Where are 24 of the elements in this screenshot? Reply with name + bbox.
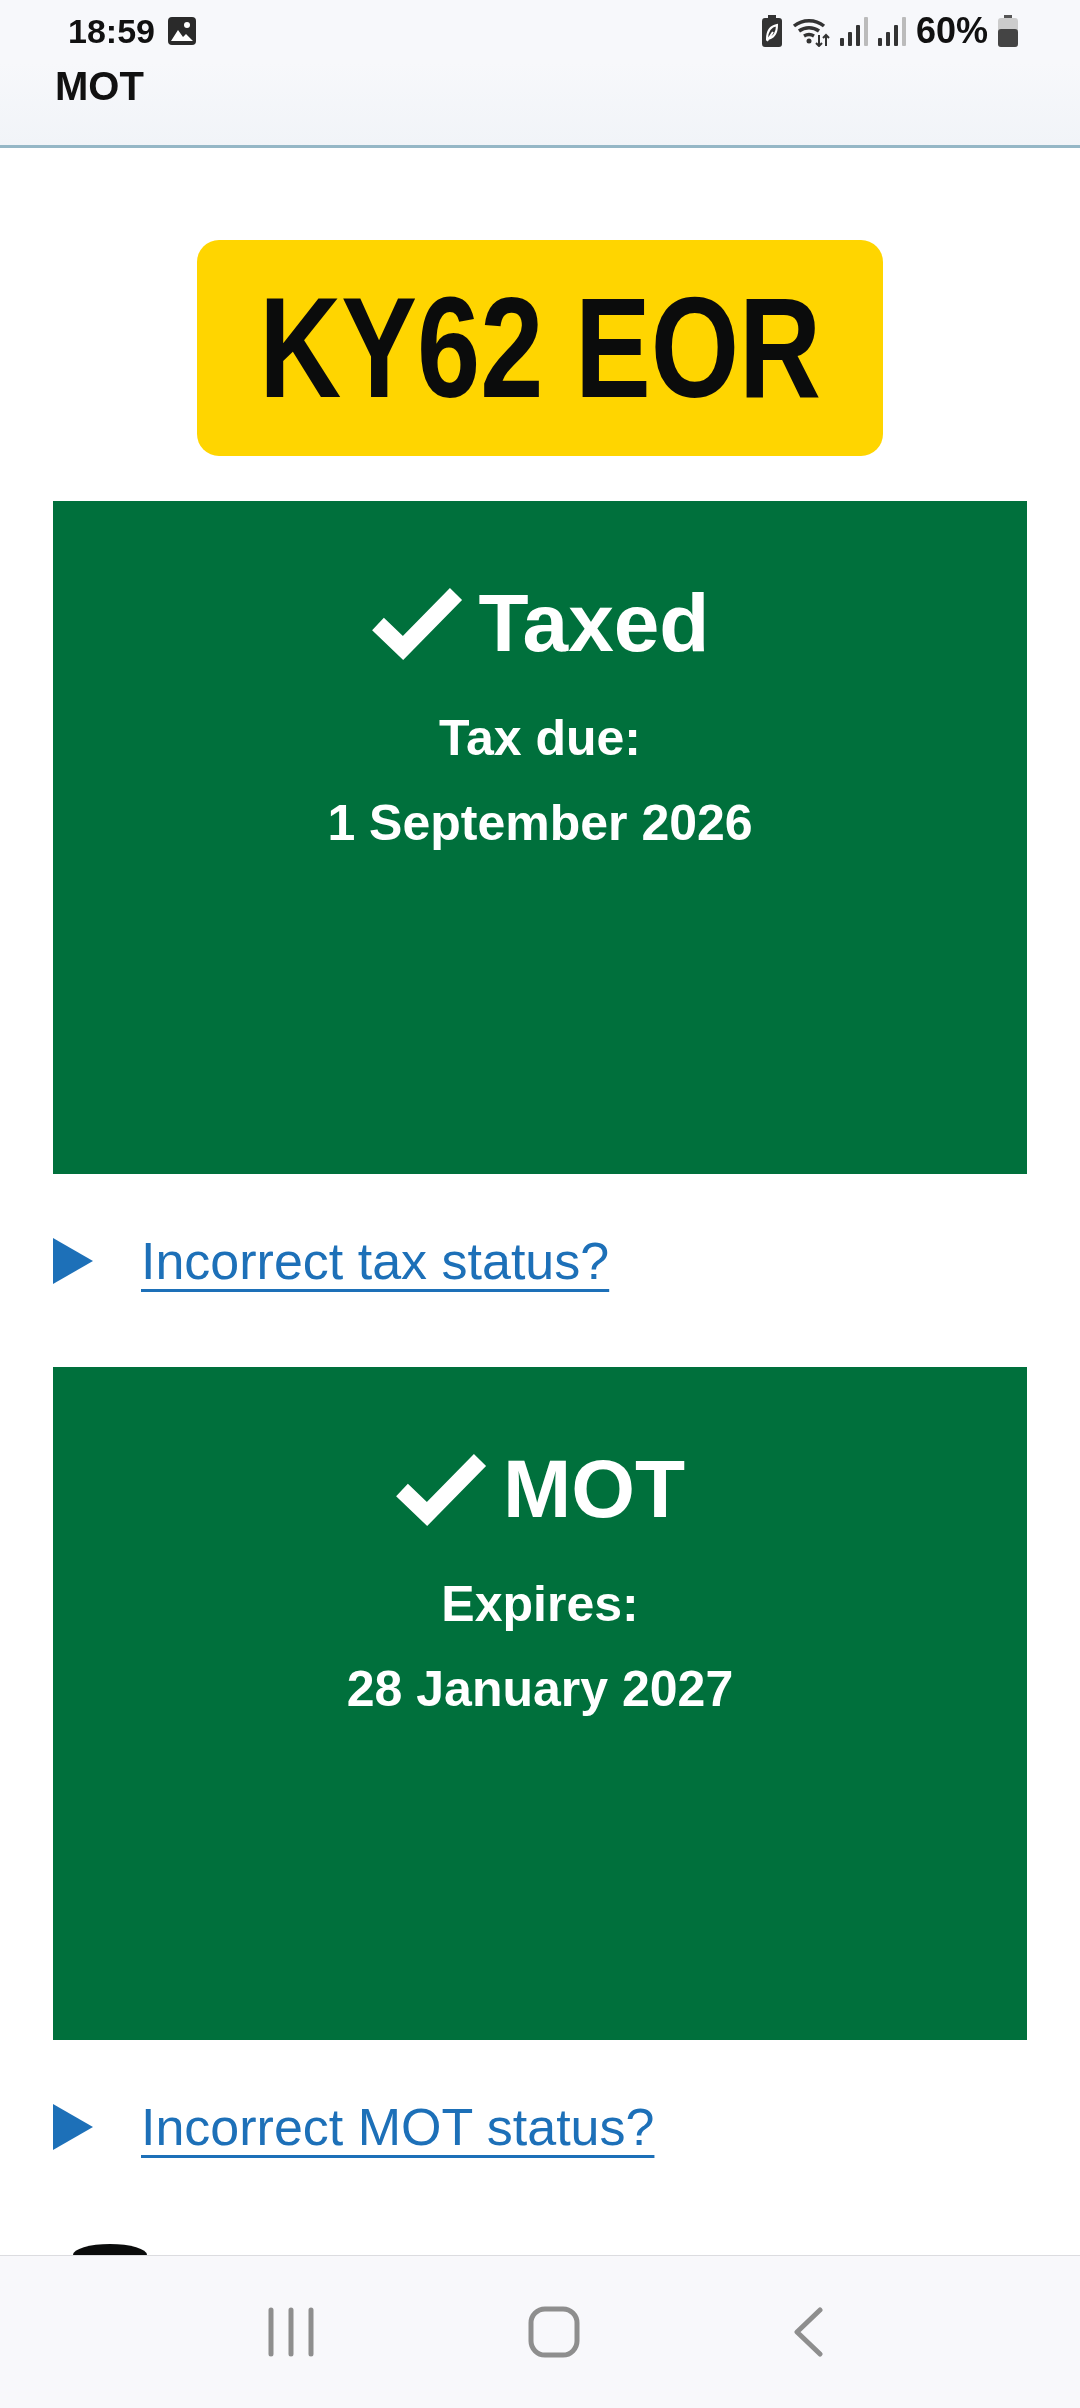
date-value: 28 January 2027	[346, 1660, 734, 1719]
status-title: Taxed	[478, 578, 710, 668]
date-label: Tax due:	[439, 709, 641, 768]
battery-percent: 60%	[915, 10, 988, 52]
battery-icon	[998, 15, 1018, 47]
signal-icon	[877, 16, 906, 46]
registration-plate: KY62 EOR	[197, 240, 883, 456]
date-label: Expires:	[441, 1575, 639, 1634]
triangle-icon[interactable]	[53, 1238, 93, 1284]
image-icon	[166, 16, 197, 46]
recent-apps-icon[interactable]	[266, 2307, 315, 2357]
page-title: MOT	[55, 66, 144, 106]
date-value: 1 September 2026	[327, 794, 753, 853]
clock-time: 18:59	[68, 11, 155, 51]
status-link[interactable]: Incorrect MOT status?	[141, 2094, 655, 2160]
battery-saver-icon	[761, 15, 782, 47]
status-title: MOT	[502, 1444, 686, 1534]
triangle-icon[interactable]	[53, 2104, 93, 2150]
home-icon[interactable]	[528, 2306, 580, 2358]
check-icon	[394, 1452, 487, 1526]
signal-icon	[839, 16, 868, 46]
check-icon	[370, 586, 463, 660]
back-icon[interactable]	[793, 2307, 824, 2357]
status-link[interactable]: Incorrect tax status?	[141, 1228, 610, 1294]
